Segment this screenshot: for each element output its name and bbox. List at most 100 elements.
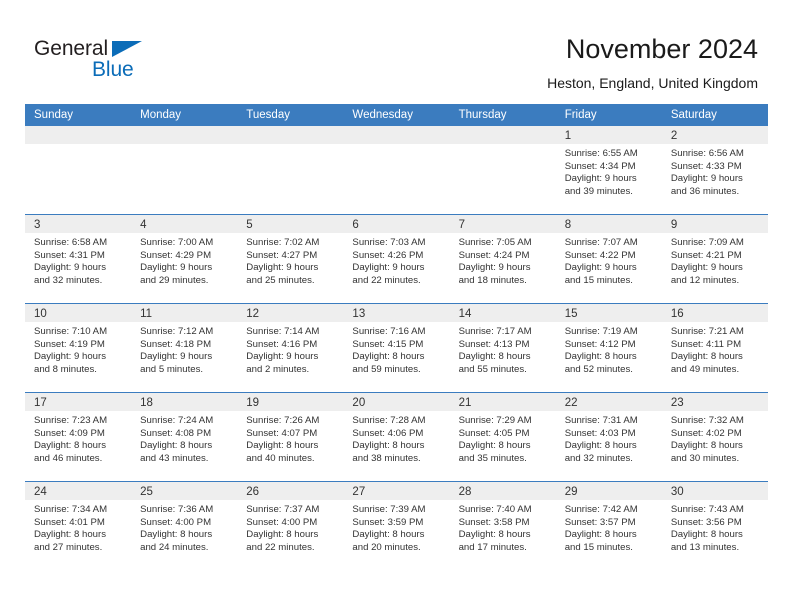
sunrise-text: Sunrise: 7:40 AM [458,504,532,515]
sunset-text: Sunset: 3:57 PM [564,516,636,528]
daylight-text-line1: Daylight: 8 hours [352,529,425,541]
daylight-text-line2: and 18 minutes. [458,274,527,286]
daylight-text-line2: and 30 minutes. [670,452,740,464]
daylight-text-line2: and 5 minutes. [140,363,204,375]
day-cell-empty [25,126,132,214]
daylight-text-line1: Daylight: 8 hours [564,529,637,541]
brand-name-general: General [34,37,109,60]
day-number-band: 3 [25,215,132,233]
daylight-text-line2: and 43 minutes. [140,452,209,464]
sunrise-text: Sunrise: 7:29 AM [458,415,532,426]
day-sun-info: Sunrise: 6:58 AM Sunset: 4:31 PM Daylight:… [25,233,131,287]
day-number: 21 [458,397,472,409]
day-cell[interactable]: 18 Sunrise: 7:24 AM Sunset: 4:08 PM Dayligh… [131,393,238,481]
sunrise-text: Sunrise: 6:58 AM [34,237,108,248]
day-sun-info: Sunrise: 7:19 AM Sunset: 4:12 PM Daylight:… [556,322,662,376]
daylight-text-line2: and 40 minutes. [246,452,315,464]
day-cell[interactable]: 8 Sunrise: 7:07 AM Sunset: 4:22 PM Daylight… [555,215,662,303]
day-cell[interactable]: 12 Sunrise: 7:14 AM Sunset: 4:16 PM Dayligh… [237,304,344,392]
day-sun-info: Sunrise: 7:16 AM Sunset: 4:15 PM Daylight:… [343,322,449,376]
day-cell[interactable]: 21 Sunrise: 7:29 AM Sunset: 4:05 PM Dayligh… [449,393,556,481]
sunset-text: Sunset: 4:09 PM [34,427,105,439]
daylight-text-line1: Daylight: 8 hours [564,351,637,363]
day-number-band [449,126,556,144]
day-cell[interactable]: 22 Sunrise: 7:31 AM Sunset: 4:03 PM Dayligh… [555,393,662,481]
day-cell[interactable]: 5 Sunrise: 7:02 AM Sunset: 4:27 PM Daylight… [237,215,344,303]
sunrise-text: Sunrise: 7:09 AM [670,237,744,248]
weekday-header-monday: Monday [140,109,182,121]
daylight-text-line2: and 8 minutes. [34,363,97,375]
day-cell[interactable]: 19 Sunrise: 7:26 AM Sunset: 4:07 PM Dayligh… [237,393,344,481]
daylight-text-line1: Daylight: 8 hours [564,440,637,452]
day-number-band: 29 [555,482,662,500]
day-number-band: 2 [661,126,768,144]
day-cell[interactable]: 14 Sunrise: 7:17 AM Sunset: 4:13 PM Dayligh… [449,304,556,392]
day-sun-info: Sunrise: 7:14 AM Sunset: 4:16 PM Daylight:… [237,322,343,376]
day-number-band: 25 [131,482,238,500]
day-cell[interactable]: 24 Sunrise: 7:34 AM Sunset: 4:01 PM Dayligh… [25,482,132,570]
day-cell[interactable]: 3 Sunrise: 6:58 AM Sunset: 4:31 PM Daylight… [25,215,132,303]
day-sun-info: Sunrise: 7:39 AM Sunset: 3:59 PM Daylight:… [343,500,449,554]
sunset-text: Sunset: 4:22 PM [564,249,636,261]
day-cell[interactable]: 10 Sunrise: 7:10 AM Sunset: 4:19 PM Dayligh… [25,304,132,392]
triangle-icon [112,41,142,57]
daylight-text-line2: and 38 minutes. [352,452,421,464]
day-cell[interactable]: 2 Sunrise: 6:56 AM Sunset: 4:33 PM Daylight… [661,126,768,214]
day-cell[interactable]: 26 Sunrise: 7:37 AM Sunset: 4:00 PM Dayligh… [237,482,344,570]
day-cell[interactable]: 27 Sunrise: 7:39 AM Sunset: 3:59 PM Dayligh… [343,482,450,570]
day-number-band: 16 [661,304,768,322]
week-row: 3 Sunrise: 6:58 AM Sunset: 4:31 PM Daylight… [25,214,768,303]
daylight-text-line1: Daylight: 8 hours [246,440,319,452]
day-cell[interactable]: 13 Sunrise: 7:16 AM Sunset: 4:15 PM Dayligh… [343,304,450,392]
day-number-band: 28 [449,482,556,500]
day-cell[interactable]: 16 Sunrise: 7:21 AM Sunset: 4:11 PM Dayligh… [661,304,768,392]
daylight-text-line2: and 24 minutes. [140,541,209,553]
day-sun-info: Sunrise: 7:03 AM Sunset: 4:26 PM Daylight:… [343,233,449,287]
daylight-text-line2: and 49 minutes. [670,363,740,375]
day-number-band: 26 [237,482,344,500]
day-cell[interactable]: 30 Sunrise: 7:43 AM Sunset: 3:56 PM Dayligh… [661,482,768,570]
daylight-text-line1: Daylight: 9 hours [670,173,743,185]
daylight-text-line1: Daylight: 9 hours [564,173,637,185]
day-cell[interactable]: 25 Sunrise: 7:36 AM Sunset: 4:00 PM Dayligh… [131,482,238,570]
day-number: 7 [458,219,465,231]
day-cell[interactable]: 29 Sunrise: 7:42 AM Sunset: 3:57 PM Dayligh… [555,482,662,570]
sunrise-text: Sunrise: 7:43 AM [670,504,744,515]
day-cell[interactable]: 1 Sunrise: 6:55 AM Sunset: 4:34 PM Daylight… [555,126,662,214]
sunrise-text: Sunrise: 7:28 AM [352,415,426,426]
day-number-band: 23 [661,393,768,411]
day-number-band: 24 [25,482,132,500]
day-cell[interactable]: 4 Sunrise: 7:00 AM Sunset: 4:29 PM Daylight… [131,215,238,303]
daylight-text-line1: Daylight: 9 hours [34,351,106,363]
day-cell[interactable]: 11 Sunrise: 7:12 AM Sunset: 4:18 PM Dayligh… [131,304,238,392]
day-cell[interactable]: 7 Sunrise: 7:05 AM Sunset: 4:24 PM Daylight… [449,215,556,303]
page-subtitle: Heston, England, United Kingdom [547,75,758,91]
day-number: 15 [564,308,578,320]
day-cell[interactable]: 23 Sunrise: 7:32 AM Sunset: 4:02 PM Dayligh… [661,393,768,481]
day-number: 22 [564,397,578,409]
weekday-header-friday: Friday [564,109,597,121]
brand-logo[interactable]: General Blue [34,38,234,86]
sunset-text: Sunset: 4:13 PM [458,338,530,350]
day-cell[interactable]: 15 Sunrise: 7:19 AM Sunset: 4:12 PM Dayligh… [555,304,662,392]
day-cell[interactable]: 6 Sunrise: 7:03 AM Sunset: 4:26 PM Daylight… [343,215,450,303]
sunset-text: Sunset: 4:11 PM [670,338,742,350]
day-number: 4 [140,219,147,231]
sunset-text: Sunset: 4:00 PM [246,516,318,528]
daylight-text-line2: and 22 minutes. [352,274,421,286]
day-sun-info: Sunrise: 6:56 AM Sunset: 4:33 PM Daylight:… [662,144,768,198]
sunset-text: Sunset: 3:58 PM [458,516,530,528]
day-cell[interactable]: 9 Sunrise: 7:09 AM Sunset: 4:21 PM Daylight… [661,215,768,303]
day-cell[interactable]: 20 Sunrise: 7:28 AM Sunset: 4:06 PM Dayligh… [343,393,450,481]
sunset-text: Sunset: 4:03 PM [564,427,636,439]
day-cell[interactable]: 28 Sunrise: 7:40 AM Sunset: 3:58 PM Dayligh… [449,482,556,570]
daylight-text-line2: and 22 minutes. [246,541,315,553]
sunset-text: Sunset: 4:27 PM [246,249,318,261]
day-number: 30 [670,486,684,498]
day-number: 23 [670,397,684,409]
day-number-band: 30 [661,482,768,500]
day-number: 6 [352,219,359,231]
sunset-text: Sunset: 3:56 PM [670,516,742,528]
day-cell[interactable]: 17 Sunrise: 7:23 AM Sunset: 4:09 PM Dayligh… [25,393,132,481]
daylight-text-line2: and 15 minutes. [564,274,633,286]
